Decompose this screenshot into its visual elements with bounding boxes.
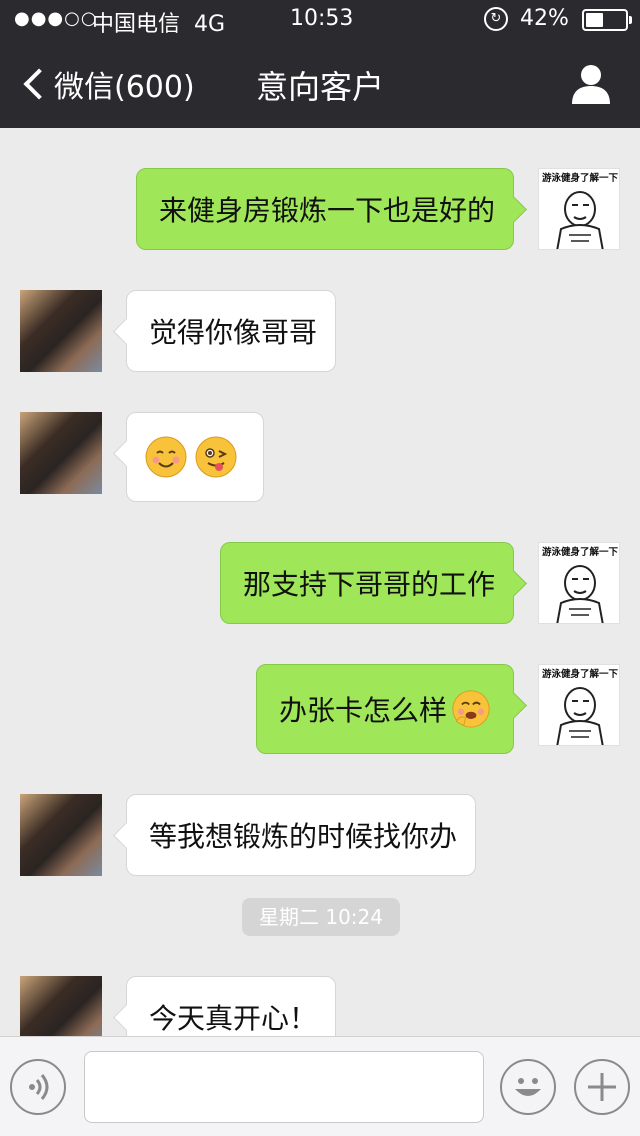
- more-button[interactable]: [574, 1059, 630, 1115]
- back-button[interactable]: 微信(600): [18, 62, 195, 106]
- message-bubble-incoming[interactable]: 觉得你像哥哥: [126, 290, 336, 372]
- contact-avatar[interactable]: [20, 412, 102, 494]
- voice-icon: [29, 1074, 49, 1100]
- back-label: 微信(600): [54, 70, 195, 105]
- message-bubble-incoming[interactable]: [126, 412, 264, 502]
- person-icon: [572, 65, 610, 104]
- status-time: 10:53: [290, 6, 354, 31]
- orientation-lock-icon: ↻: [484, 7, 508, 31]
- contact-avatar[interactable]: [20, 794, 102, 876]
- message-bubble-outgoing[interactable]: 来健身房锻炼一下也是好的: [136, 168, 514, 250]
- my-avatar[interactable]: 游泳健身了解一下: [538, 542, 620, 624]
- message-text: 来健身房锻炼一下也是好的: [159, 194, 496, 227]
- contact-avatar[interactable]: [20, 290, 102, 372]
- page-title-text: 意向客户: [255, 68, 384, 106]
- meme-avatar-image: 游泳健身了解一下: [542, 546, 619, 623]
- voice-button[interactable]: [10, 1059, 66, 1115]
- message-bubble-incoming[interactable]: 等我想锻炼的时候找你办: [126, 794, 476, 876]
- top-bar: ●●●○○ 中国电信 4G 10:53 ↻ 42% 微信(600) 意向客户: [0, 0, 640, 128]
- message-input[interactable]: [84, 1051, 484, 1123]
- status-bar: ●●●○○ 中国电信 4G 10:53 ↻ 42%: [0, 0, 640, 40]
- message-text: 等我想锻炼的时候找你办: [149, 820, 458, 853]
- battery-percentage: 42%: [520, 6, 569, 31]
- emoji-row: [145, 436, 237, 478]
- meme-caption: 游泳健身了解一下: [542, 546, 619, 558]
- chat-info-button[interactable]: [566, 62, 616, 106]
- signal-strength-icon: ●●●○○: [14, 8, 98, 29]
- contact-avatar[interactable]: [20, 976, 102, 1036]
- message-text: 办张卡怎么样: [279, 694, 448, 727]
- meme-caption: 游泳健身了解一下: [542, 172, 619, 184]
- network-type: 4G: [194, 12, 226, 37]
- battery-fill: [586, 13, 603, 27]
- wink-tongue-emoji: [195, 436, 237, 478]
- battery-icon: [582, 9, 632, 31]
- emoji-button[interactable]: [500, 1059, 556, 1115]
- smile-blush-emoji: [145, 436, 187, 478]
- carrier-name: 中国电信: [92, 12, 181, 37]
- message-text: 觉得你像哥哥: [149, 316, 318, 349]
- my-avatar[interactable]: 游泳健身了解一下: [538, 664, 620, 746]
- giggle-emoji: [452, 690, 490, 728]
- chevron-left-icon: [23, 68, 55, 100]
- timestamp-divider: 星期二 10:24: [242, 898, 400, 936]
- message-text: 今天真开心！: [149, 1002, 318, 1035]
- carrier-label: 中国电信 4G: [92, 6, 225, 38]
- message-bubble-outgoing[interactable]: 那支持下哥哥的工作: [220, 542, 514, 624]
- message-text: 那支持下哥哥的工作: [243, 568, 496, 601]
- message-bubble-incoming[interactable]: 今天真开心！: [126, 976, 336, 1036]
- emoji-icon: [515, 1078, 541, 1096]
- input-bar: [0, 1036, 640, 1136]
- message-bubble-outgoing[interactable]: 办张卡怎么样: [256, 664, 514, 754]
- my-avatar[interactable]: 游泳健身了解一下: [538, 168, 620, 250]
- meme-avatar-image: 游泳健身了解一下: [542, 668, 619, 745]
- meme-caption: 游泳健身了解一下: [542, 668, 619, 680]
- meme-avatar-image: 游泳健身了解一下: [542, 172, 619, 249]
- plus-icon: [588, 1073, 616, 1101]
- chat-area[interactable]: 来健身房锻炼一下也是好的 游泳健身了解一下 觉得你像哥哥 那支持下哥哥的工作 游…: [0, 128, 640, 1036]
